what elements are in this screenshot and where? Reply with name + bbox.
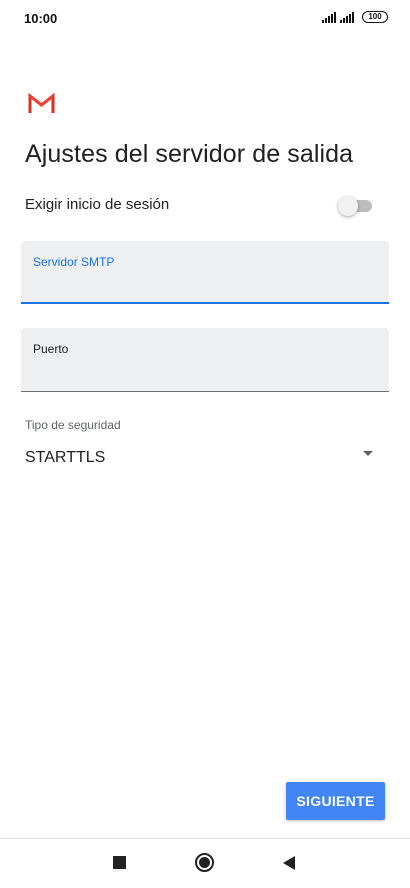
- dropdown-arrow-icon: [363, 451, 373, 456]
- navigation-bar: [0, 839, 410, 888]
- require-login-row[interactable]: Exigir inicio de sesión: [25, 194, 375, 218]
- security-type-label: Tipo de seguridad: [25, 418, 121, 432]
- signal-icon: [322, 11, 336, 23]
- back-icon[interactable]: [283, 856, 295, 870]
- smtp-server-field[interactable]: Servidor SMTP: [21, 241, 389, 304]
- screen: 10:00 100 Ajustes del servidor de salida…: [0, 0, 410, 888]
- battery-icon: 100: [362, 11, 388, 23]
- require-login-toggle[interactable]: [338, 196, 372, 216]
- status-time: 10:00: [24, 11, 58, 26]
- smtp-server-label: Servidor SMTP: [33, 255, 115, 269]
- require-login-label: Exigir inicio de sesión: [25, 196, 170, 213]
- status-bar: 10:00 100: [0, 0, 410, 36]
- recents-icon[interactable]: [113, 856, 126, 869]
- port-field[interactable]: Puerto: [21, 328, 389, 392]
- port-label: Puerto: [33, 342, 69, 356]
- status-icons: 100: [322, 11, 388, 23]
- gmail-logo-icon: [28, 93, 55, 113]
- smtp-server-underline: [21, 302, 389, 304]
- next-button[interactable]: SIGUIENTE: [286, 782, 385, 820]
- home-icon[interactable]: [195, 853, 214, 872]
- security-type-dropdown[interactable]: STARTTLS: [25, 446, 380, 472]
- page-title: Ajustes del servidor de salida: [25, 140, 354, 168]
- port-underline: [21, 391, 389, 392]
- security-type-value: STARTTLS: [25, 449, 106, 466]
- smtp-server-input[interactable]: [33, 276, 373, 298]
- battery-level: 100: [368, 12, 382, 21]
- signal-icon: [340, 11, 354, 23]
- toggle-thumb: [338, 196, 358, 216]
- port-input[interactable]: [33, 364, 373, 386]
